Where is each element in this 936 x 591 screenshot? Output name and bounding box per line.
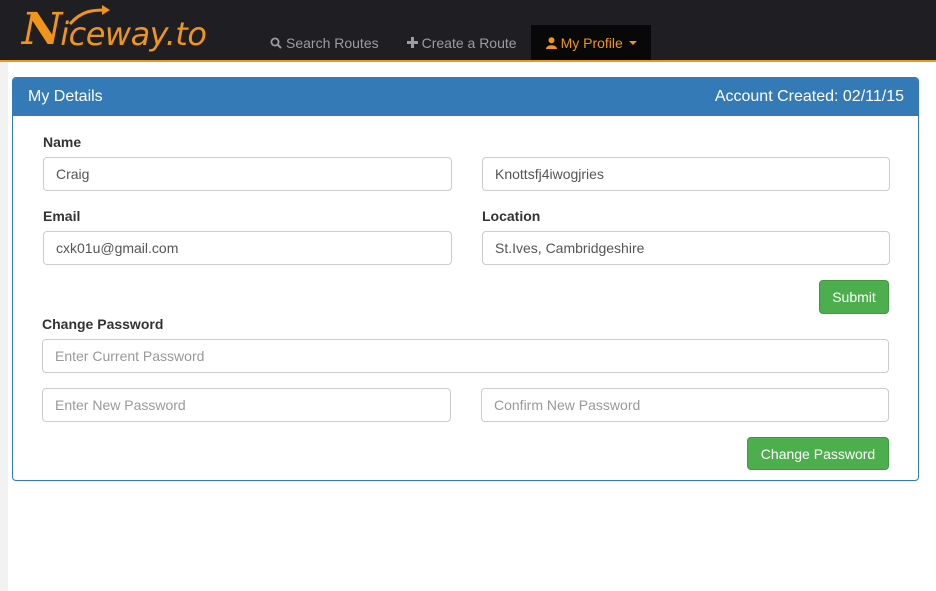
location-label: Location [482, 208, 541, 224]
name-label: Name [43, 134, 82, 150]
brand-logo[interactable]: N iceway.to [22, 0, 207, 60]
change-password-heading: Change Password [42, 316, 164, 332]
submit-button[interactable]: Submit [819, 280, 889, 314]
change-password-button[interactable]: Change Password [747, 437, 889, 470]
brand-logo-letter: N [22, 4, 63, 55]
my-details-panel: My Details Account Created: 02/11/15 Nam… [12, 77, 919, 481]
nav-create-route[interactable]: Create a Route [393, 25, 531, 60]
confirm-password-input[interactable] [481, 388, 889, 422]
current-password-input[interactable] [42, 339, 889, 373]
user-icon [545, 36, 557, 49]
search-icon [270, 37, 282, 49]
last-name-input[interactable] [482, 157, 890, 191]
nav-my-profile-label: My Profile [560, 34, 623, 51]
nav-create-route-label: Create a Route [421, 34, 517, 51]
email-input[interactable] [43, 231, 452, 265]
nav-search-routes[interactable]: Search Routes [256, 25, 393, 60]
main-nav: Search Routes Create a Route My Profile [256, 25, 651, 60]
panel-heading: My Details Account Created: 02/11/15 [13, 78, 918, 116]
caret-down-icon [628, 40, 637, 45]
nav-my-profile[interactable]: My Profile [530, 25, 651, 60]
new-password-input[interactable] [42, 388, 451, 422]
account-created: Account Created: 02/11/15 [714, 88, 904, 105]
plus-icon [406, 37, 418, 48]
arrow-icon [68, 5, 110, 26]
navbar: N iceway.to Search Routes Create a Route… [0, 0, 936, 62]
first-name-input[interactable] [43, 157, 452, 191]
location-input[interactable] [482, 231, 890, 265]
email-label: Email [43, 208, 81, 224]
nav-search-routes-label: Search Routes [286, 34, 379, 51]
panel-title: My Details [28, 88, 103, 105]
